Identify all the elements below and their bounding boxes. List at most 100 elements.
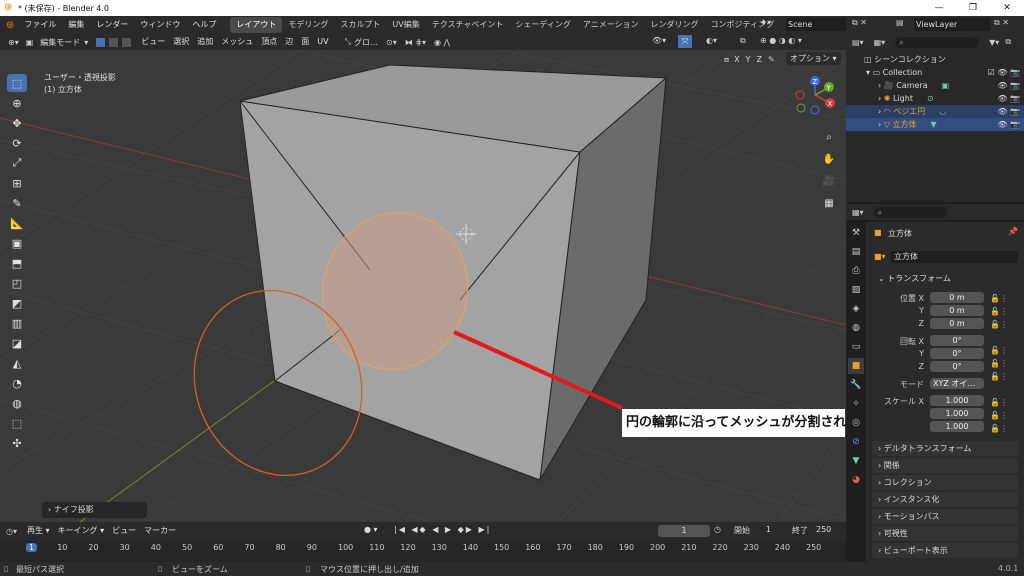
overlay-icon[interactable]: ◐▾ [706, 36, 717, 45]
visibility-panel[interactable]: › 可視性 [872, 526, 1018, 541]
spin-tool-icon[interactable]: ◔ [7, 374, 27, 392]
data-tab-icon[interactable]: ▼ [848, 453, 864, 469]
menu-timeline-view[interactable]: ビュー [108, 522, 140, 540]
menu-uv[interactable]: UV [313, 33, 332, 51]
relations-panel[interactable]: › 関係 [872, 458, 1018, 473]
location-y-field[interactable]: 0 m [930, 305, 984, 316]
motion-paths-panel[interactable]: › モーションパス [872, 509, 1018, 524]
loop-cut-tool-icon[interactable]: ▥ [7, 314, 27, 332]
collection-row[interactable]: ▾ ▭ Collection ☑ 👁 📷 [846, 66, 1024, 79]
tab-texture-paint[interactable]: テクスチャペイント [426, 17, 510, 33]
edge-select-icon[interactable] [109, 37, 119, 47]
maximize-button[interactable]: ❐ [956, 0, 990, 16]
wrench-icon[interactable]: ✎ [765, 55, 778, 64]
menu-keying[interactable]: キーイング ▾ [54, 522, 109, 540]
instancing-panel[interactable]: › インスタンス化 [872, 492, 1018, 507]
playback-controls-icon[interactable]: |◀ ◀◆ ◀ ▶ ◆▶ ▶| [394, 525, 491, 534]
display-mode-icon[interactable]: ▦▾ [870, 38, 890, 47]
knife-project-panel[interactable]: › ナイフ投影 [42, 502, 147, 518]
scene-tab-icon[interactable]: ◈ [848, 301, 864, 317]
menu-add[interactable]: 追加 [193, 33, 217, 51]
properties-editor-icon[interactable]: ▦▾ [846, 208, 870, 217]
mirror-y-toggle[interactable]: Y [743, 55, 754, 64]
tool-tab-icon[interactable]: ⚒ [848, 225, 864, 241]
clock-icon[interactable]: ◷ [714, 525, 721, 534]
menu-help[interactable]: ヘルプ [186, 16, 222, 34]
physics-tab-icon[interactable]: ◎ [848, 415, 864, 431]
annotate-tool-icon[interactable]: ✎ [7, 194, 27, 212]
current-frame-field[interactable]: 1 [658, 525, 710, 537]
cube-visibility-icons[interactable]: 👁 📷 [997, 118, 1020, 131]
pan-hand-icon[interactable]: ✋ [820, 150, 838, 168]
tab-modeling[interactable]: モデリング [282, 17, 334, 33]
minimize-button[interactable]: — [922, 0, 956, 16]
extrude-tool-icon[interactable]: ⬒ [7, 254, 27, 272]
view-layer-tab-icon[interactable]: ▨ [848, 282, 864, 298]
outliner-editor-icon[interactable]: ▤▾ [846, 38, 870, 47]
mode-selector[interactable]: 編集モード [36, 37, 84, 48]
viewlayer-selector[interactable]: ViewLayer [914, 18, 990, 31]
tab-sculpt[interactable]: スカルプト [334, 17, 386, 33]
tab-animation[interactable]: アニメーション [577, 17, 645, 33]
face-select-icon[interactable] [122, 37, 132, 47]
blender-menu-icon[interactable]: ⊛ [0, 20, 18, 31]
proportional-edit-icon[interactable]: ◉ ⋀ [430, 38, 454, 47]
options-dropdown[interactable]: オプション ▾ [786, 52, 841, 65]
rotation-y-field[interactable]: 0° [930, 348, 984, 359]
menu-playback[interactable]: 再生 ▾ [23, 522, 54, 540]
outliner-item-bezier-circle[interactable]: › ◠ ベジエ円 ◡ 👁 📷 [846, 105, 1024, 118]
particles-tab-icon[interactable]: ✧ [848, 396, 864, 412]
menu-view[interactable]: ビュー [137, 33, 169, 51]
gizmo-toggle-icon[interactable]: ⤧ [678, 35, 692, 48]
scene-selector[interactable]: Scene [786, 18, 846, 31]
output-tab-icon[interactable]: ⎙ [848, 263, 864, 279]
smooth-tool-icon[interactable]: ◍ [7, 394, 27, 412]
bevel-tool-icon[interactable]: ◩ [7, 294, 27, 312]
scale-x-field[interactable]: 1.000 [930, 395, 984, 406]
object-tab-icon[interactable]: ■ [848, 358, 864, 374]
lock-icons[interactable]: 🔓⋮ 🔓⋮ 🔓⋮ 🔓⋮ 🔓⋮ 🔓⋮ 🔓⋮ 🔓⋮ 🔓⋮ [990, 292, 1008, 435]
tab-shading[interactable]: シェーディング [509, 17, 576, 33]
viewlayer-new-icon[interactable]: ⧉ ✕ [994, 18, 1009, 28]
zoom-icon[interactable]: ⌕ [820, 128, 838, 146]
render-tab-icon[interactable]: ▤ [848, 244, 864, 260]
mode-dropdown-icon[interactable]: ▾ [84, 38, 94, 47]
poly-build-tool-icon[interactable]: ◭ [7, 354, 27, 372]
outliner-item-camera[interactable]: › 🎥 Camera ▣ 👁 📷 [846, 79, 1024, 92]
menu-select[interactable]: 選択 [169, 33, 193, 51]
filter-icon[interactable]: ▼▾ [985, 38, 1003, 47]
cursor-tool-icon[interactable]: ⊕ [7, 94, 27, 112]
move-tool-icon[interactable]: ✥ [7, 114, 27, 132]
add-cube-tool-icon[interactable]: ▣ [7, 234, 27, 252]
pin-icon[interactable]: 📌 [1008, 227, 1018, 236]
close-button[interactable]: ✕ [990, 0, 1024, 16]
new-collection-icon[interactable]: ⧉ [1003, 37, 1013, 47]
light-visibility-icons[interactable]: 👁 📷 [997, 92, 1020, 105]
scale-z-field[interactable]: 1.000 [930, 421, 984, 432]
tab-layout[interactable]: レイアウト [230, 17, 283, 33]
transform-panel-header[interactable]: ⌄ トランスフォーム [872, 271, 1018, 286]
camera-view-icon[interactable]: 🎥 [820, 172, 838, 190]
menu-render[interactable]: レンダー [90, 16, 134, 34]
menu-mesh[interactable]: メッシュ [217, 33, 257, 51]
menu-file[interactable]: ファイル [18, 16, 62, 34]
start-frame-field[interactable]: 1 [766, 525, 771, 534]
editor-type-icon[interactable]: ⊕▾ [0, 38, 23, 47]
navigation-gizmo[interactable]: Z X Y [795, 76, 835, 115]
tab-uv-editing[interactable]: UV編集 [386, 17, 425, 33]
end-frame-field[interactable]: 250 [816, 525, 831, 534]
modifier-tab-icon[interactable]: 🔧 [848, 377, 864, 393]
rotation-z-field[interactable]: 0° [930, 361, 984, 372]
scene-collection-row[interactable]: ◫ シーンコレクション [846, 53, 1024, 66]
shear-tool-icon[interactable]: ⬚ [7, 414, 27, 432]
tab-rendering[interactable]: レンダリング [645, 17, 705, 33]
select-box-tool-icon[interactable]: ⬚ [7, 74, 27, 92]
viewport-display-panel[interactable]: › ビューポート表示 [872, 543, 1018, 558]
scale-tool-icon[interactable]: ⤢ [7, 154, 27, 172]
collection-tab-icon[interactable]: ▭ [848, 339, 864, 355]
scene-new-icon[interactable]: ⧉ ✕ [852, 18, 867, 28]
visibility-icon[interactable]: 👁▾ [652, 36, 666, 45]
measure-tool-icon[interactable]: 📐 [7, 214, 27, 232]
outliner-item-cube[interactable]: › ▽ 立方体 ▼ 👁 📷 [846, 118, 1024, 131]
knife-tool-icon[interactable]: ◪ [7, 334, 27, 352]
